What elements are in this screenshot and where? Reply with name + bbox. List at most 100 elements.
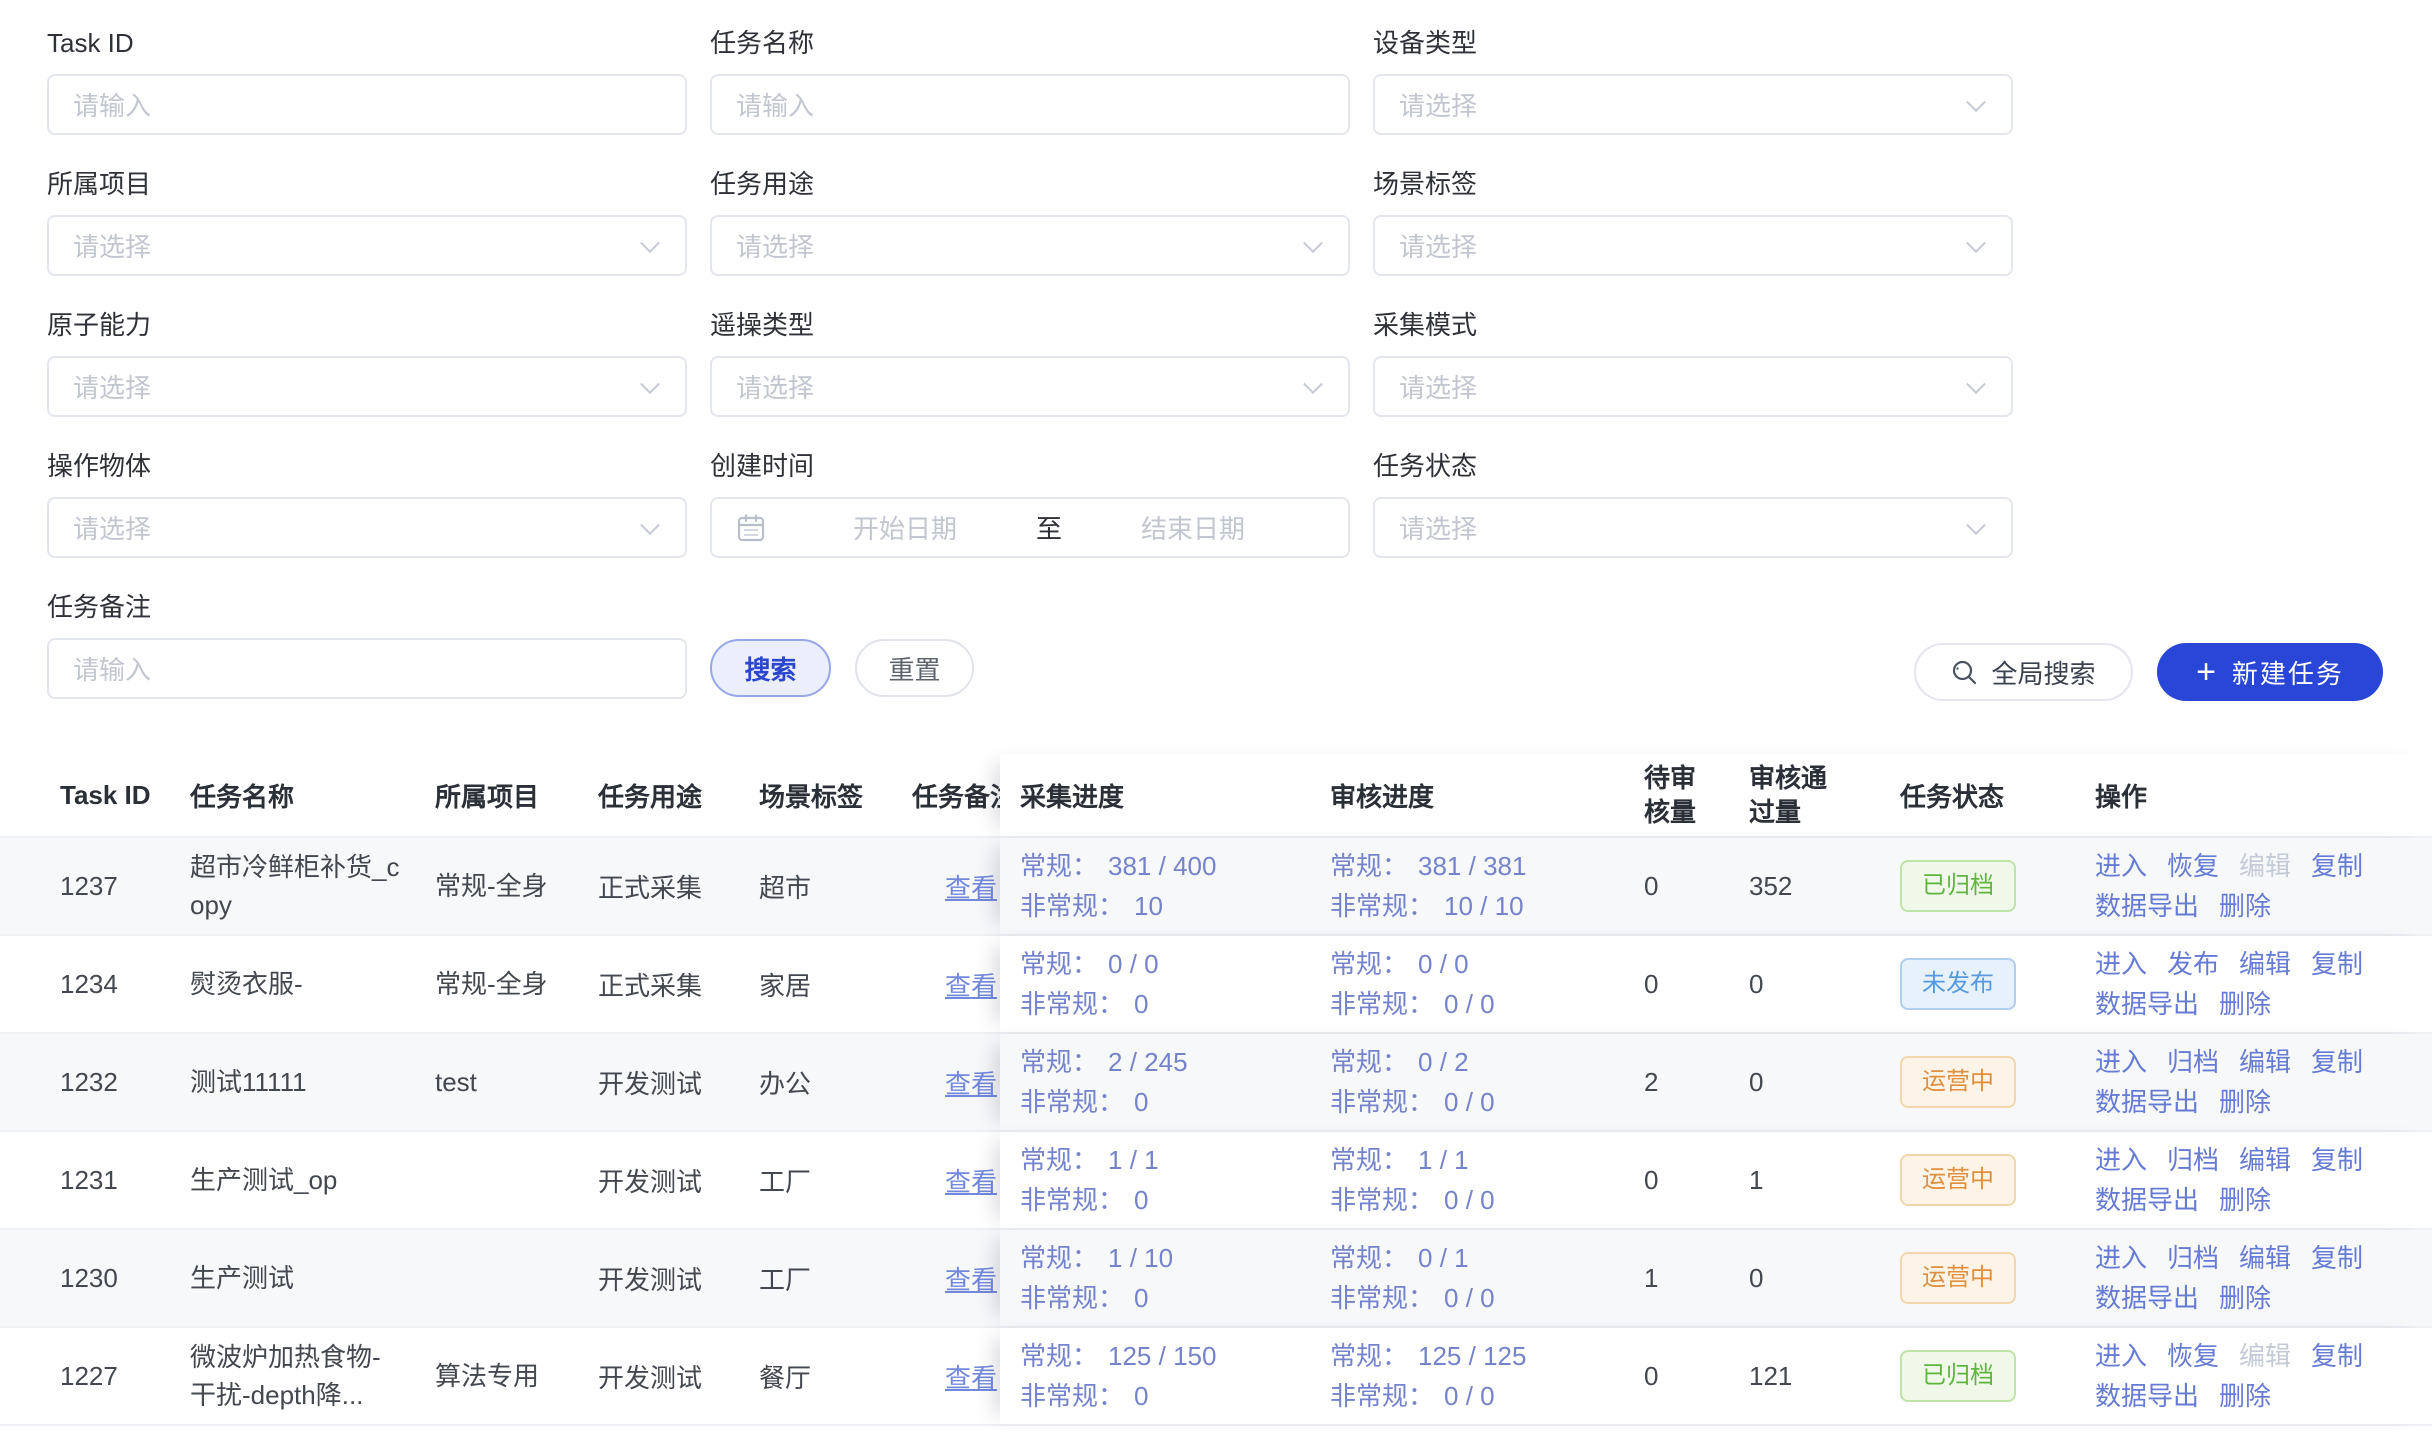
action-link-3[interactable]: 编辑 bbox=[2239, 1140, 2291, 1180]
action-link-2[interactable]: 发布 bbox=[2167, 944, 2219, 984]
approved-count-cell: 0 bbox=[1740, 1067, 1890, 1098]
progress-label: 非常规： bbox=[1020, 886, 1124, 926]
progress-value: 0 / 0 bbox=[1444, 1278, 1495, 1318]
reset-button[interactable]: 重置 bbox=[855, 639, 974, 697]
action-link-2[interactable]: 恢复 bbox=[2167, 1336, 2219, 1376]
action-link-4[interactable]: 复制 bbox=[2311, 1140, 2363, 1180]
progress-value: 0 bbox=[1134, 1278, 1148, 1318]
table-row: 1231生产测试_op开发测试工厂查看常规：1 / 1非常规：0常规：1 / 1… bbox=[0, 1132, 2432, 1230]
action-link-6[interactable]: 删除 bbox=[2219, 984, 2271, 1024]
scene-tag-cell: 办公 bbox=[752, 1064, 912, 1101]
action-link-2[interactable]: 归档 bbox=[2167, 1042, 2219, 1082]
filter-select[interactable]: 请选择 bbox=[1373, 497, 2013, 558]
review-progress-cell: 常规：0 / 1非常规：0 / 0 bbox=[1330, 1238, 1630, 1318]
collect-progress-cell: 常规：1 / 10非常规：0 bbox=[1020, 1238, 1330, 1318]
action-link-3: 编辑 bbox=[2239, 846, 2291, 886]
action-link-3[interactable]: 编辑 bbox=[2239, 944, 2291, 984]
filter-input[interactable]: 请输入 bbox=[710, 74, 1350, 135]
project-cell: test bbox=[435, 1063, 598, 1101]
search-button[interactable]: 搜索 bbox=[710, 639, 831, 697]
purpose-cell: 开发测试 bbox=[598, 1162, 752, 1199]
remark-cell: 查看 bbox=[912, 868, 1000, 905]
progress-value: 0 / 1 bbox=[1418, 1238, 1469, 1278]
purpose-cell: 开发测试 bbox=[598, 1260, 752, 1297]
action-link-1[interactable]: 进入 bbox=[2095, 944, 2147, 984]
select-placeholder: 请选择 bbox=[73, 227, 151, 264]
action-link-1[interactable]: 进入 bbox=[2095, 1336, 2147, 1376]
view-remark-link[interactable]: 查看 bbox=[945, 1064, 997, 1101]
filter-select[interactable]: 请选择 bbox=[47, 497, 687, 558]
action-link-5[interactable]: 数据导出 bbox=[2095, 1278, 2199, 1318]
table-row: 1230生产测试开发测试工厂查看常规：1 / 10非常规：0常规：0 / 1非常… bbox=[0, 1230, 2432, 1328]
action-link-4[interactable]: 复制 bbox=[2311, 1042, 2363, 1082]
approved-count-cell: 352 bbox=[1740, 871, 1890, 902]
start-date-placeholder[interactable]: 开始日期 bbox=[774, 509, 1036, 546]
action-link-4[interactable]: 复制 bbox=[2311, 944, 2363, 984]
action-link-5[interactable]: 数据导出 bbox=[2095, 1082, 2199, 1122]
task-id-cell: 1227 bbox=[60, 1361, 190, 1392]
filter-select[interactable]: 请选择 bbox=[1373, 356, 2013, 417]
table-row: 1237超市冷鲜柜补货_copy常规-全身正式采集超市查看常规：381 / 40… bbox=[0, 838, 2432, 936]
task-id-cell: 1231 bbox=[60, 1165, 190, 1196]
chevron-down-icon bbox=[1966, 515, 1986, 535]
view-remark-link[interactable]: 查看 bbox=[945, 1260, 997, 1297]
input-placeholder: 请输入 bbox=[73, 86, 151, 123]
view-remark-link[interactable]: 查看 bbox=[945, 966, 997, 1003]
action-link-6[interactable]: 删除 bbox=[2219, 1082, 2271, 1122]
action-link-6[interactable]: 删除 bbox=[2219, 1180, 2271, 1220]
action-link-6[interactable]: 删除 bbox=[2219, 1376, 2271, 1416]
action-link-4[interactable]: 复制 bbox=[2311, 846, 2363, 886]
progress-label: 非常规： bbox=[1020, 1082, 1124, 1122]
task-status-cell: 运营中 bbox=[1890, 1056, 2095, 1108]
progress-label: 常规： bbox=[1020, 1238, 1098, 1278]
action-link-5[interactable]: 数据导出 bbox=[2095, 886, 2199, 926]
action-link-1[interactable]: 进入 bbox=[2095, 846, 2147, 886]
filter-select[interactable]: 请选择 bbox=[47, 356, 687, 417]
global-search-button[interactable]: 全局搜索 bbox=[1914, 643, 2133, 701]
progress-label: 常规： bbox=[1330, 1140, 1408, 1180]
action-link-5[interactable]: 数据导出 bbox=[2095, 984, 2199, 1024]
status-badge: 运营中 bbox=[1900, 1056, 2016, 1108]
filter-select[interactable]: 请选择 bbox=[47, 215, 687, 276]
action-link-6[interactable]: 删除 bbox=[2219, 886, 2271, 926]
filter-field-label: 创建时间 bbox=[710, 451, 1350, 481]
filter-field-label: 任务名称 bbox=[710, 28, 1350, 58]
task-status-cell: 运营中 bbox=[1890, 1252, 2095, 1304]
view-remark-link[interactable]: 查看 bbox=[945, 1358, 997, 1395]
filter-select[interactable]: 请选择 bbox=[1373, 74, 2013, 135]
review-progress-cell: 常规：0 / 0非常规：0 / 0 bbox=[1330, 944, 1630, 1024]
chevron-down-icon bbox=[1966, 374, 1986, 394]
filter-input[interactable]: 请输入 bbox=[47, 74, 687, 135]
action-link-1[interactable]: 进入 bbox=[2095, 1140, 2147, 1180]
action-link-2[interactable]: 归档 bbox=[2167, 1238, 2219, 1278]
project-cell: 常规-全身 bbox=[435, 965, 598, 1003]
select-placeholder: 请选择 bbox=[736, 227, 814, 264]
action-link-1[interactable]: 进入 bbox=[2095, 1042, 2147, 1082]
filter-input[interactable]: 请输入 bbox=[47, 638, 687, 699]
progress-value: 381 / 381 bbox=[1418, 846, 1526, 886]
filter-select[interactable]: 请选择 bbox=[710, 356, 1350, 417]
end-date-placeholder[interactable]: 结束日期 bbox=[1062, 509, 1324, 546]
action-link-2[interactable]: 恢复 bbox=[2167, 846, 2219, 886]
action-link-6[interactable]: 删除 bbox=[2219, 1278, 2271, 1318]
view-remark-link[interactable]: 查看 bbox=[945, 1162, 997, 1199]
action-link-4[interactable]: 复制 bbox=[2311, 1336, 2363, 1376]
view-remark-link[interactable]: 查看 bbox=[945, 868, 997, 905]
progress-label: 常规： bbox=[1330, 1042, 1408, 1082]
action-link-5[interactable]: 数据导出 bbox=[2095, 1180, 2199, 1220]
progress-value: 125 / 150 bbox=[1108, 1336, 1216, 1376]
date-range-picker[interactable]: 开始日期至结束日期 bbox=[710, 497, 1350, 558]
new-task-button[interactable]: + 新建任务 bbox=[2157, 643, 2383, 701]
filter-select[interactable]: 请选择 bbox=[710, 215, 1350, 276]
action-link-1[interactable]: 进入 bbox=[2095, 1238, 2147, 1278]
filter-field-label: 任务状态 bbox=[1373, 451, 2013, 481]
action-link-2[interactable]: 归档 bbox=[2167, 1140, 2219, 1180]
action-link-3[interactable]: 编辑 bbox=[2239, 1238, 2291, 1278]
scene-tag-cell: 工厂 bbox=[752, 1162, 912, 1199]
action-link-3[interactable]: 编辑 bbox=[2239, 1042, 2291, 1082]
action-link-4[interactable]: 复制 bbox=[2311, 1238, 2363, 1278]
task-name-cell: 熨烫衣服- bbox=[190, 965, 435, 1003]
filter-select[interactable]: 请选择 bbox=[1373, 215, 2013, 276]
action-link-5[interactable]: 数据导出 bbox=[2095, 1376, 2199, 1416]
pending-review-cell: 0 bbox=[1630, 1361, 1740, 1392]
